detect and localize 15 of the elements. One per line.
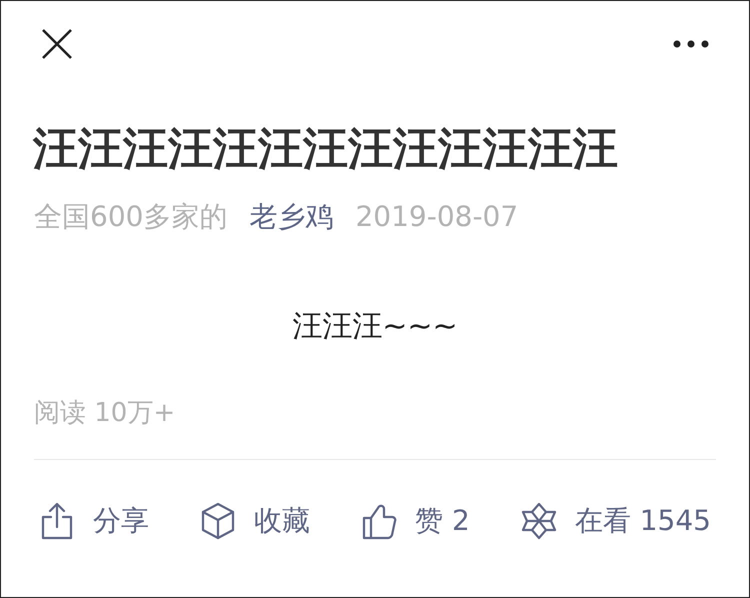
share-icon xyxy=(39,501,75,541)
article-title: 汪汪汪汪汪汪汪汪汪汪汪汪汪 xyxy=(33,121,619,177)
publish-date: 2019-08-07 xyxy=(355,199,518,235)
read-count: 阅读 10万+ xyxy=(34,398,176,428)
close-icon[interactable] xyxy=(41,28,73,60)
like-button[interactable]: 赞 2 xyxy=(361,500,470,542)
share-button[interactable]: 分享 xyxy=(39,500,149,542)
cube-icon xyxy=(200,501,236,541)
star-icon xyxy=(520,501,557,541)
collect-button[interactable]: 收藏 xyxy=(200,500,310,542)
author-link[interactable]: 老乡鸡 xyxy=(249,197,334,237)
watch-button[interactable]: 在看 1545 xyxy=(520,500,711,542)
source-text: 全国600多家的 xyxy=(34,199,228,235)
article-body: 汪汪汪~~~ xyxy=(292,308,458,346)
more-icon[interactable] xyxy=(673,40,709,48)
